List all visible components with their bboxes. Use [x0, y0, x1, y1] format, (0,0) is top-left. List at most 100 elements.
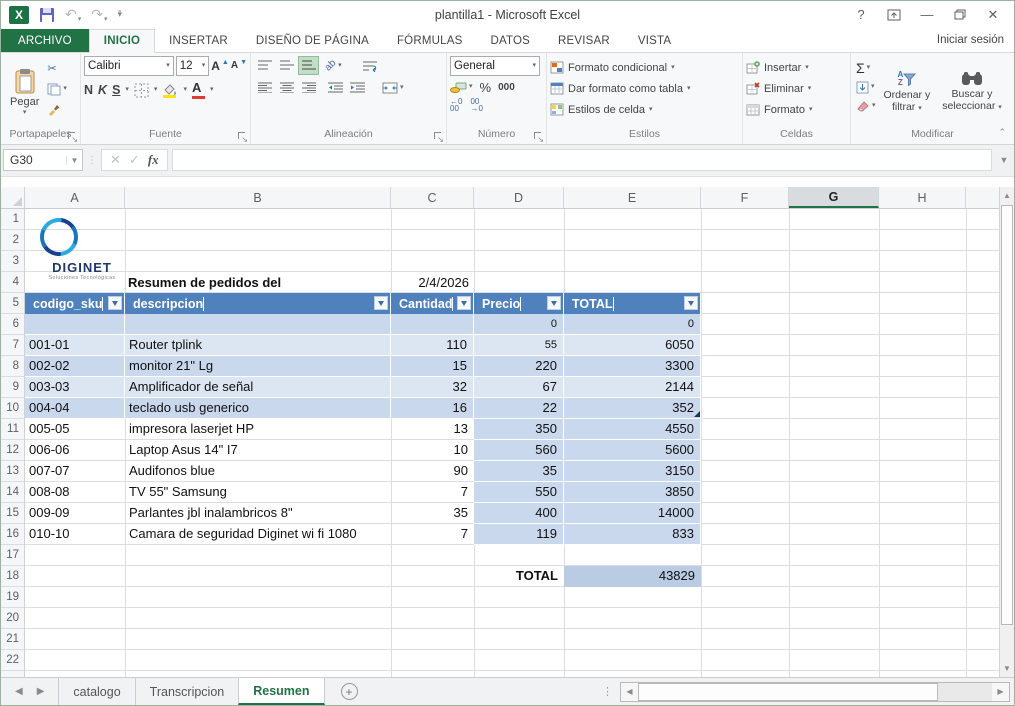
vertical-scrollbar[interactable]: ▲ ▼	[999, 187, 1014, 677]
percent-icon[interactable]: %	[480, 80, 492, 95]
undo-button[interactable]: ↶▾	[65, 6, 81, 23]
scroll-up-icon[interactable]: ▲	[1000, 187, 1014, 204]
column-header[interactable]: D	[474, 187, 564, 208]
cell[interactable]: 352	[564, 398, 701, 419]
row-header[interactable]: 21	[1, 629, 24, 650]
cell[interactable]: 10	[391, 440, 474, 461]
tab-scroll-handle[interactable]: ⋮	[602, 685, 612, 698]
grand-total-value[interactable]: 43829	[564, 566, 701, 587]
row-header[interactable]: 4	[1, 272, 24, 293]
minimize-button[interactable]: —	[914, 5, 940, 25]
row-header[interactable]: 16	[1, 524, 24, 545]
collapse-ribbon-icon[interactable]: ⌃	[998, 127, 1006, 138]
delete-cells-button[interactable]: Eliminar▾	[746, 78, 847, 99]
row-header[interactable]: 12	[1, 440, 24, 461]
row-header[interactable]: 9	[1, 377, 24, 398]
cell[interactable]: 005-05	[25, 419, 125, 440]
decrease-decimal-icon[interactable]: 00→0	[470, 98, 482, 112]
header-total[interactable]: TOTAL	[564, 293, 701, 314]
row-header[interactable]: 7	[1, 335, 24, 356]
decrease-font-icon[interactable]: A▼	[231, 58, 247, 74]
font-size-select[interactable]: 12▾	[176, 56, 209, 76]
column-header[interactable]: H	[879, 187, 966, 208]
cell[interactable]: 006-06	[25, 440, 125, 461]
column-header[interactable]: E	[564, 187, 701, 208]
cell[interactable]: 15	[391, 356, 474, 377]
scroll-left-icon[interactable]: ◀	[621, 683, 638, 701]
cell[interactable]: Parlantes jbl inalambricos 8"	[125, 503, 391, 524]
cell[interactable]: 35	[391, 503, 474, 524]
sheet-tab-resumen[interactable]: Resumen	[238, 678, 324, 705]
horizontal-scrollbar[interactable]: ◀ ▶	[620, 682, 1010, 702]
align-left-icon[interactable]	[254, 78, 275, 97]
underline-button[interactable]: S	[112, 83, 120, 97]
row-header[interactable]: 11	[1, 419, 24, 440]
grid[interactable]: 12345678910111213141516171819202122 DIGI…	[1, 209, 1001, 677]
scroll-right-icon[interactable]: ▶	[992, 683, 1009, 701]
insert-cells-button[interactable]: Insertar▾	[746, 57, 847, 78]
vertical-scroll-thumb[interactable]	[1001, 205, 1013, 625]
row-header[interactable]: 3	[1, 251, 24, 272]
cell[interactable]	[391, 314, 474, 335]
cell[interactable]: 90	[391, 461, 474, 482]
filter-icon[interactable]	[374, 296, 388, 310]
tab-formulas[interactable]: FÓRMULAS	[383, 29, 477, 53]
comma-style-icon[interactable]: 000	[498, 82, 515, 93]
header-precio[interactable]: Precio	[474, 293, 564, 314]
scroll-down-icon[interactable]: ▼	[1000, 660, 1014, 677]
cell[interactable]: monitor 21" Lg	[125, 356, 391, 377]
cell[interactable]: 5600	[564, 440, 701, 461]
align-bottom-icon[interactable]	[298, 56, 319, 75]
row-header[interactable]: 13	[1, 461, 24, 482]
close-button[interactable]: ✕	[980, 5, 1006, 25]
cell[interactable]: Camara de seguridad Diginet wi fi 1080	[125, 524, 391, 545]
row-header[interactable]: 22	[1, 650, 24, 671]
tab-vista[interactable]: VISTA	[624, 29, 685, 53]
help-icon[interactable]: ?	[848, 5, 874, 25]
cell[interactable]: 833	[564, 524, 701, 545]
sheet-tab-transcripcion[interactable]: Transcripcion	[135, 678, 239, 705]
cell[interactable]: 001-01	[25, 335, 125, 356]
align-top-icon[interactable]	[254, 56, 275, 75]
row-header[interactable]: 14	[1, 482, 24, 503]
cell[interactable]: 550	[474, 482, 564, 503]
tab-insertar[interactable]: INSERTAR	[155, 29, 242, 53]
excel-icon[interactable]: X	[9, 6, 29, 24]
cell[interactable]: 55	[474, 335, 564, 356]
font-family-select[interactable]: Calibri▾	[84, 56, 174, 76]
cell[interactable]: 110	[391, 335, 474, 356]
decrease-indent-icon[interactable]	[325, 78, 346, 97]
row-header[interactable]: 6	[1, 314, 24, 335]
autosum-icon[interactable]: Σ▾	[856, 60, 876, 76]
column-header[interactable]: C	[391, 187, 474, 208]
cell[interactable]: 003-03	[25, 377, 125, 398]
borders-icon[interactable]	[134, 83, 149, 98]
fill-color-icon[interactable]	[162, 83, 178, 98]
currency-icon[interactable]: ▾	[450, 79, 473, 95]
cell[interactable]: 007-07	[25, 461, 125, 482]
number-format-select[interactable]: General▾	[450, 56, 540, 76]
cell[interactable]: 7	[391, 482, 474, 503]
wrap-text-icon[interactable]	[362, 58, 378, 74]
cell[interactable]: 004-04	[25, 398, 125, 419]
filter-icon[interactable]	[547, 296, 561, 310]
cell[interactable]: 008-08	[25, 482, 125, 503]
increase-font-icon[interactable]: A▲	[211, 58, 229, 74]
row-header[interactable]: 20	[1, 608, 24, 629]
row-header[interactable]: 18	[1, 566, 24, 587]
font-dialog-launcher[interactable]	[237, 131, 247, 141]
enter-icon[interactable]: ✓	[129, 152, 140, 168]
cell[interactable]: 400	[474, 503, 564, 524]
save-icon[interactable]	[39, 7, 55, 23]
report-date[interactable]: 2/4/2026	[391, 272, 469, 293]
header-descripcion[interactable]: descripcion	[125, 293, 391, 314]
orientation-icon[interactable]: ab▾	[325, 58, 342, 74]
bold-button[interactable]: N	[84, 83, 93, 97]
conditional-formatting-button[interactable]: Formato condicional▾	[550, 57, 739, 78]
redo-button[interactable]: ↷▾	[91, 6, 107, 23]
format-painter-icon[interactable]	[47, 102, 67, 118]
cell[interactable]: 002-02	[25, 356, 125, 377]
clear-icon[interactable]: ▾	[856, 98, 876, 114]
tab-archivo[interactable]: ARCHIVO	[1, 29, 89, 53]
cell[interactable]: 3150	[564, 461, 701, 482]
